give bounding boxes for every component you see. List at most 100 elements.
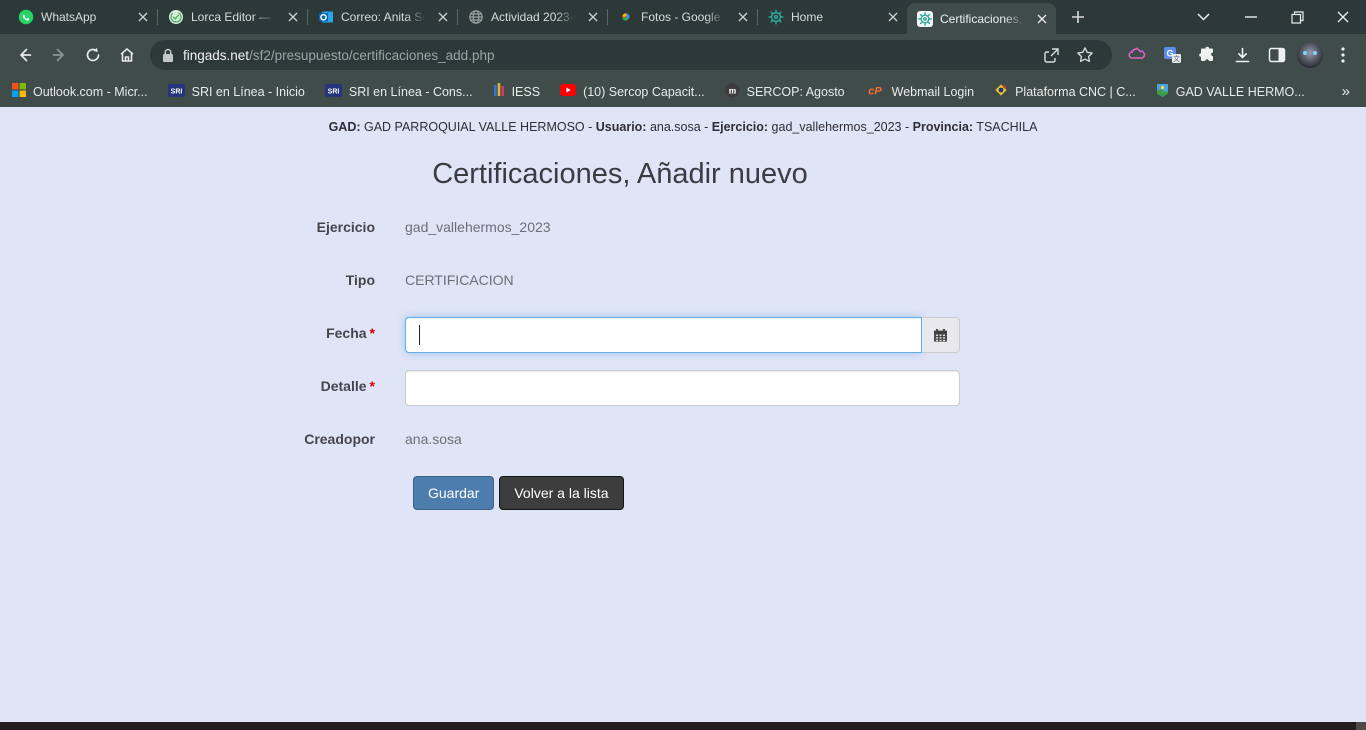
- form-row-creadopor: Creadopor ana.sosa: [280, 423, 960, 459]
- info-provincia-value: TSACHILA: [973, 120, 1037, 134]
- minimize-button[interactable]: [1228, 0, 1274, 34]
- tab-close-icon[interactable]: [884, 9, 901, 26]
- moodle-icon: m: [725, 83, 740, 101]
- info-usuario-label: Usuario:: [596, 120, 647, 134]
- tab-home[interactable]: Home: [758, 0, 907, 34]
- tab-close-icon[interactable]: [134, 9, 151, 26]
- url-path: /sf2/presupuesto/certificaciones_add.php: [249, 48, 494, 63]
- tab-close-icon[interactable]: [734, 9, 751, 26]
- restore-button[interactable]: [1274, 0, 1320, 34]
- tab-title: Certificaciones, A: [940, 12, 1026, 26]
- bookmark-label: GAD VALLE HERMO...: [1176, 85, 1305, 99]
- gad-emblem-icon: [1156, 83, 1169, 101]
- bookmark-gad-valle-hermoso[interactable]: GAD VALLE HERMO...: [1156, 83, 1305, 101]
- bookmark-sri-inicio[interactable]: SRI SRI en Línea - Inicio: [168, 84, 305, 100]
- taskbar-edge-end: [1356, 722, 1366, 730]
- tab-close-icon[interactable]: [1033, 10, 1050, 27]
- whatsapp-icon: [18, 9, 34, 25]
- info-gad-label: GAD:: [329, 120, 361, 134]
- google-translate-icon[interactable]: G文: [1157, 40, 1187, 70]
- creadopor-label: Creadopor: [280, 423, 375, 459]
- bookmark-sercop-youtube[interactable]: (10) Sercop Capacit...: [560, 84, 705, 99]
- svg-text:文: 文: [1173, 54, 1180, 63]
- omnibox-actions: [1036, 40, 1100, 70]
- tab-close-icon[interactable]: [584, 9, 601, 26]
- bookmark-label: Webmail Login: [892, 85, 974, 99]
- tab-lorca-editor[interactable]: Lorca Editor — El: [158, 0, 307, 34]
- url-domain: fingads.net: [183, 48, 249, 63]
- fecha-input[interactable]: [405, 317, 922, 353]
- url-text: fingads.net/sf2/presupuesto/certificacio…: [183, 48, 494, 63]
- bookmarks-overflow-chevron[interactable]: »: [1342, 83, 1354, 100]
- tab-whatsapp[interactable]: WhatsApp: [8, 0, 157, 34]
- fecha-input-group: [405, 317, 960, 353]
- tab-correo[interactable]: Correo: Anita Sos: [308, 0, 457, 34]
- tab-certificaciones[interactable]: Certificaciones, A: [907, 3, 1056, 34]
- bookmark-sri-consultas[interactable]: SRI SRI en Línea - Cons...: [325, 84, 473, 100]
- reload-button[interactable]: [76, 38, 110, 72]
- bookmark-star-icon[interactable]: [1070, 40, 1100, 70]
- tab-close-icon[interactable]: [434, 9, 451, 26]
- page-title: Certificaciones, Añadir nuevo: [280, 158, 960, 191]
- back-button[interactable]: [8, 38, 42, 72]
- tab-title: WhatsApp: [41, 10, 127, 24]
- volver-a-la-lista-button[interactable]: Volver a la lista: [499, 476, 623, 510]
- bookmark-webmail[interactable]: cP Webmail Login: [865, 84, 974, 100]
- new-tab-button[interactable]: [1064, 3, 1092, 31]
- form-row-buttons: Guardar Volver a la lista: [280, 476, 960, 512]
- profile-avatar[interactable]: [1297, 42, 1323, 68]
- lock-icon[interactable]: [162, 48, 174, 63]
- cnc-icon: [994, 83, 1008, 100]
- info-gad-value: GAD PARROQUIAL VALLE HERMOSO -: [361, 120, 596, 134]
- side-panel-icon[interactable]: [1262, 40, 1292, 70]
- info-ejercicio-value: gad_vallehermos_2023 -: [768, 120, 913, 134]
- form-row-tipo: Tipo CERTIFICACION: [280, 264, 960, 300]
- bookmark-label: SRI en Línea - Inicio: [192, 85, 305, 99]
- address-bar[interactable]: fingads.net/sf2/presupuesto/certificacio…: [150, 40, 1112, 70]
- fingads-gear-icon: [768, 9, 784, 25]
- close-window-button[interactable]: [1320, 0, 1366, 34]
- cloud-extension-icon[interactable]: [1122, 40, 1152, 70]
- form-row-detalle: Detalle*: [280, 370, 960, 406]
- fecha-label: Fecha*: [280, 317, 375, 353]
- guardar-button[interactable]: Guardar: [413, 476, 494, 510]
- certification-form: Ejercicio gad_vallehermos_2023 Tipo CERT…: [280, 211, 960, 512]
- calendar-picker-button[interactable]: [922, 317, 960, 353]
- detalle-input[interactable]: [405, 370, 960, 406]
- navigation-toolbar: fingads.net/sf2/presupuesto/certificacio…: [0, 34, 1366, 76]
- share-icon[interactable]: [1036, 40, 1066, 70]
- info-provincia-label: Provincia:: [913, 120, 973, 134]
- tab-close-icon[interactable]: [284, 9, 301, 26]
- tab-fotos[interactable]: Fotos - Google F: [608, 0, 757, 34]
- bookmark-outlook[interactable]: Outlook.com - Micr...: [12, 83, 148, 100]
- bookmark-sercop-agosto[interactable]: m SERCOP: Agosto: [725, 83, 845, 101]
- extensions-puzzle-icon[interactable]: [1192, 40, 1222, 70]
- bookmarks-bar: Outlook.com - Micr... SRI SRI en Línea -…: [0, 76, 1366, 107]
- tab-search-chevron-icon[interactable]: [1182, 0, 1224, 34]
- svg-text:m: m: [728, 85, 736, 95]
- globe-icon: [468, 9, 484, 25]
- tab-title: Home: [791, 10, 877, 24]
- bookmark-iess[interactable]: IESS: [493, 83, 541, 100]
- bookmark-label: (10) Sercop Capacit...: [583, 85, 705, 99]
- tab-actividad[interactable]: Actividad 2023-0: [458, 0, 607, 34]
- extensions-area: G文: [1118, 40, 1358, 70]
- sri-icon: SRI: [168, 84, 185, 100]
- youtube-icon: [560, 84, 576, 99]
- svg-text:cP: cP: [868, 85, 882, 97]
- forward-button[interactable]: [42, 38, 76, 72]
- tipo-label: Tipo: [280, 264, 375, 300]
- sri-icon: SRI: [325, 84, 342, 100]
- buttons-spacer: [280, 476, 375, 512]
- cpanel-icon: cP: [865, 84, 885, 100]
- bookmark-label: SRI en Línea - Cons...: [349, 85, 473, 99]
- iess-icon: [493, 83, 505, 100]
- required-asterisk: *: [370, 325, 375, 341]
- bookmark-plataforma-cnc[interactable]: Plataforma CNC | C...: [994, 83, 1136, 100]
- home-button[interactable]: [110, 38, 144, 72]
- taskbar-edge: [0, 722, 1366, 730]
- menu-kebab-icon[interactable]: [1328, 40, 1358, 70]
- info-usuario-value: ana.sosa -: [646, 120, 711, 134]
- download-icon[interactable]: [1227, 40, 1257, 70]
- tab-title: Actividad 2023-0: [491, 10, 577, 24]
